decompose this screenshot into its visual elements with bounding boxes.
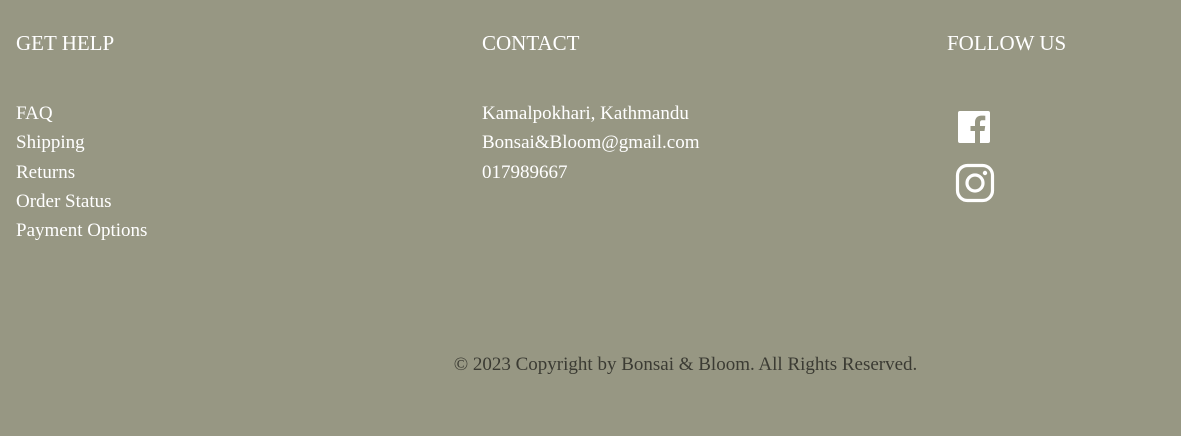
facebook-icon <box>958 111 990 143</box>
site-footer: GET HELP FAQ Shipping Returns Order Stat… <box>0 0 1181 436</box>
shipping-link[interactable]: Shipping <box>16 132 85 153</box>
list-item: Shipping <box>16 128 316 157</box>
follow-us-heading: FOLLOW US <box>947 31 1067 55</box>
contact-heading: CONTACT <box>482 31 580 55</box>
instagram-link[interactable] <box>955 163 995 203</box>
list-item: Order Status <box>16 187 316 216</box>
faq-link[interactable]: FAQ <box>16 103 53 124</box>
get-help-heading: GET HELP <box>16 31 115 55</box>
instagram-icon <box>955 163 995 203</box>
list-item: Returns <box>16 158 316 187</box>
contact-address: Kamalpokhari, Kathmandu <box>482 103 689 124</box>
list-item: FAQ <box>16 99 316 128</box>
follow-us-column: FOLLOW US <box>947 30 1167 218</box>
returns-link[interactable]: Returns <box>16 162 75 183</box>
list-item: Payment Options <box>16 216 316 245</box>
order-status-link[interactable]: Order Status <box>16 191 112 212</box>
get-help-column: GET HELP FAQ Shipping Returns Order Stat… <box>16 30 316 245</box>
contact-details: Kamalpokhari, Kathmandu Bonsai&Bloom@gma… <box>482 99 802 187</box>
copyright-text: © 2023 Copyright by Bonsai & Bloom. All … <box>453 354 918 375</box>
contact-phone[interactable]: 017989667 <box>482 158 802 187</box>
payment-options-link[interactable]: Payment Options <box>16 220 147 241</box>
social-links <box>955 108 1167 203</box>
contact-column: CONTACT Kamalpokhari, Kathmandu Bonsai&B… <box>482 30 802 187</box>
get-help-links: FAQ Shipping Returns Order Status Paymen… <box>16 99 316 245</box>
contact-email[interactable]: Bonsai&Bloom@gmail.com <box>482 128 802 157</box>
facebook-link[interactable] <box>955 108 993 146</box>
